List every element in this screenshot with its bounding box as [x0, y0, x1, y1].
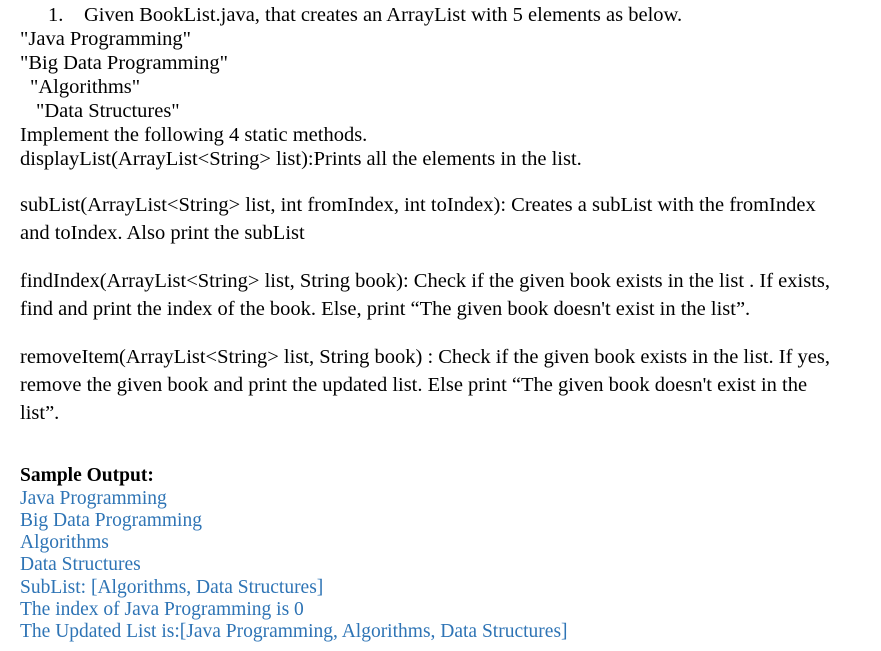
implement-instruction: Implement the following 4 static methods… [20, 124, 368, 146]
sample-output-line: SubList: [Algorithms, Data Structures] [20, 576, 324, 598]
sample-output-line: Algorithms [20, 532, 109, 554]
task-list-item: 1. Given BookList.java, that creates an … [0, 0, 881, 27]
array-element-line: "Java Programming" [20, 28, 192, 50]
sample-output-line: The index of Java Programming is 0 [20, 598, 304, 620]
document-page: 1. Given BookList.java, that creates an … [0, 0, 881, 651]
sample-output-block: Sample Output: Java Programming Big Data… [0, 465, 881, 644]
sample-output-line: Big Data Programming [20, 509, 202, 531]
sample-output-line: Java Programming [20, 487, 167, 509]
method-findindex: findIndex(ArrayList<String> list, String… [20, 270, 831, 320]
method-sublist: subList(ArrayList<String> list, int from… [20, 194, 816, 244]
sample-output-line: Data Structures [20, 554, 141, 576]
array-element-line: "Algorithms" [30, 76, 141, 98]
method-removeitem: removeItem(ArrayList<String> list, Strin… [20, 346, 830, 424]
method-displaylist: displayList(ArrayList<String> list):Prin… [20, 148, 582, 170]
sample-output-heading: Sample Output: [20, 465, 154, 486]
array-element-line: "Big Data Programming" [20, 52, 229, 74]
task-number: 1. [48, 4, 64, 26]
array-element-line: "Data Structures" [36, 100, 180, 122]
sample-output-line: The Updated List is:[Java Programming, A… [20, 621, 568, 643]
task-description: Given BookList.java, that creates an Arr… [84, 4, 683, 26]
